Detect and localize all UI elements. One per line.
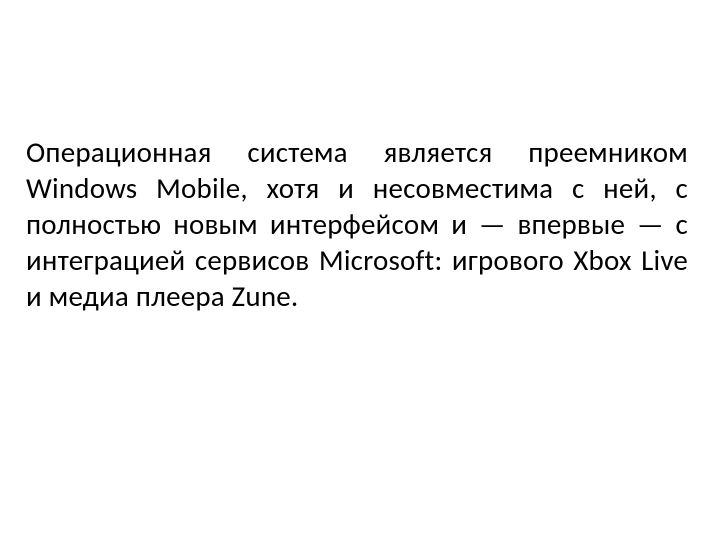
body-paragraph: Операционная система является преемником… <box>26 135 688 315</box>
